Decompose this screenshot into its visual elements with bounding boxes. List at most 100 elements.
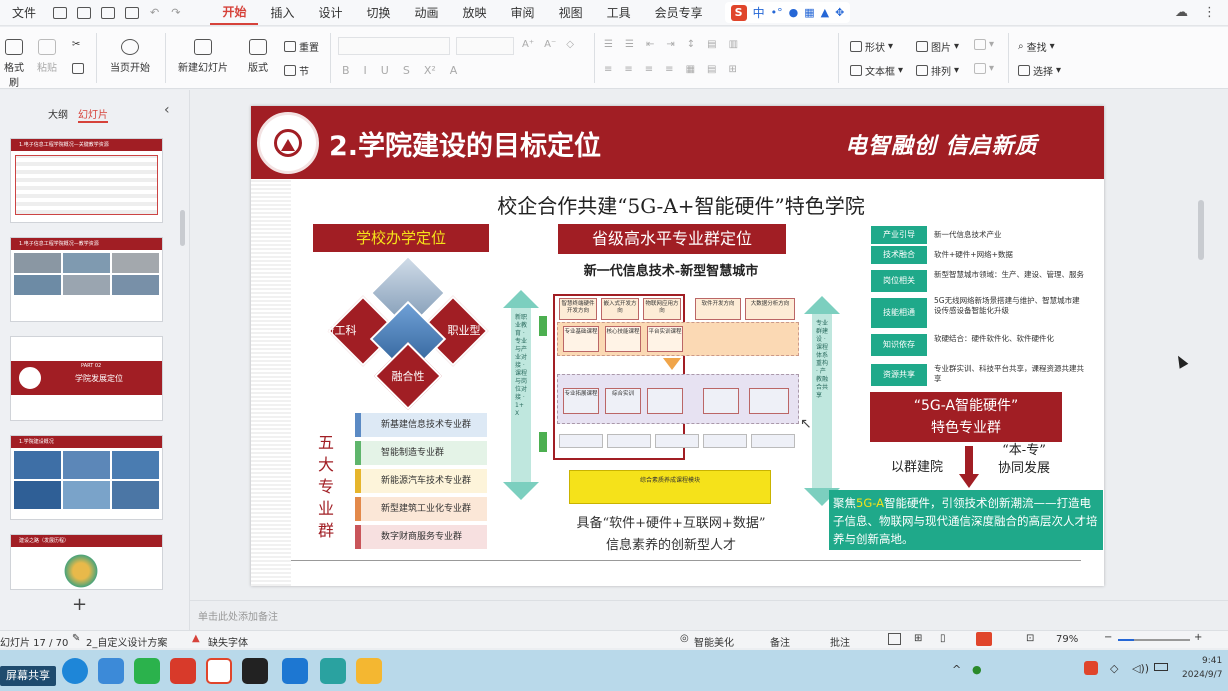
format-painter-button[interactable]: 格式刷 (0, 39, 28, 89)
more-icon[interactable]: ⋮ (1203, 5, 1216, 20)
strike-button[interactable]: S (403, 64, 410, 77)
zoom-in-icon[interactable]: + (1194, 632, 1202, 643)
tray-app-icon[interactable]: ● (972, 663, 982, 676)
tab-outline[interactable]: 大纲 (48, 106, 68, 121)
file-menu[interactable]: 文件 (0, 0, 48, 26)
font-size-select[interactable] (456, 37, 514, 55)
font-name-select[interactable] (338, 37, 450, 55)
zoom-out-icon[interactable]: − (1104, 632, 1112, 643)
layout-button[interactable]: 版式 (240, 39, 276, 74)
tray-chevron-icon[interactable]: ^ (952, 663, 961, 676)
preview-icon[interactable] (125, 6, 140, 19)
font-color-button[interactable]: A (450, 64, 458, 77)
meeting-icon[interactable] (282, 658, 308, 684)
notes-button[interactable]: 备注 (770, 634, 790, 649)
cloud-icon[interactable]: ☁ (1175, 5, 1188, 20)
zoom-level[interactable]: 79% (1056, 634, 1078, 645)
tab-design[interactable]: 设计 (306, 0, 354, 26)
tab-member[interactable]: 会员专享 (643, 0, 715, 26)
picture-button[interactable]: 图片 ▾ (916, 39, 959, 54)
clock-date[interactable]: 2024/9/7 (1182, 670, 1222, 680)
sorter-view-icon[interactable]: ⊞ (914, 633, 922, 644)
arrange-button[interactable]: 排列 ▾ (916, 63, 959, 78)
textbox-button[interactable]: 文本框 ▾ (850, 63, 903, 78)
reading-view-icon[interactable]: ▯ (940, 633, 946, 644)
paragraph-tools-top[interactable]: ☰ ☰ ⇤ ⇥ ↕ ▤ ▥ (604, 39, 738, 50)
screen-share-button[interactable]: 屏幕共享 (0, 666, 56, 686)
canvas-scrollbar[interactable] (1198, 200, 1204, 260)
missing-font[interactable]: 缺失字体 (208, 634, 248, 649)
add-slide-button[interactable]: + (72, 594, 87, 615)
print-icon[interactable] (101, 6, 116, 19)
wps-icon[interactable] (206, 658, 232, 684)
punct-icon[interactable]: •° (771, 6, 783, 19)
notes-pane[interactable]: 单击此处添加备注 (190, 600, 1228, 628)
tray-sogou-icon[interactable] (1084, 661, 1098, 675)
superscript-button[interactable]: X² (424, 64, 436, 77)
tab-slides[interactable]: 幻灯片 (78, 106, 108, 123)
tab-insert[interactable]: 插入 (258, 0, 306, 26)
clock-time[interactable]: 9:41 (1202, 656, 1222, 666)
select-button[interactable]: 选择 ▾ (1018, 63, 1061, 78)
ime-mode[interactable]: 中 (753, 4, 765, 21)
underline-button[interactable]: U (381, 64, 389, 77)
paste-button[interactable]: 粘贴 (34, 39, 60, 74)
cut-icon[interactable]: ✂ (72, 39, 80, 50)
tab-animation[interactable]: 动画 (403, 0, 451, 26)
paragraph-tools-bottom[interactable]: ≡ ≡ ≡ ≡ ▦ ▤ ⊞ (604, 64, 737, 75)
redo-icon[interactable]: ↷ (171, 6, 180, 19)
panel-scrollbar[interactable] (180, 210, 185, 246)
copy-icon[interactable] (72, 63, 84, 74)
tab-home[interactable]: 开始 (210, 1, 259, 25)
slide-thumb-2[interactable]: 1.电子信息工程学院概况—教学资源 (10, 237, 163, 322)
mic-icon[interactable]: ● (789, 6, 799, 19)
bold-button[interactable]: B (342, 64, 350, 77)
find-button[interactable]: ⌕ 查找 ▾ (1018, 39, 1055, 54)
slide-thumb-5[interactable]: 建设之路（发展历程） (10, 534, 163, 590)
section-button[interactable]: 节 (284, 63, 309, 78)
tab-review[interactable]: 审阅 (499, 0, 547, 26)
toolbox-icon[interactable]: ✥ (835, 6, 844, 19)
save-icon[interactable] (53, 6, 68, 19)
new-slide-button[interactable]: 新建幻灯片 (172, 39, 234, 74)
wechat-icon[interactable] (134, 658, 160, 684)
export-icon[interactable] (77, 6, 92, 19)
files-icon[interactable] (98, 658, 124, 684)
tab-tools[interactable]: 工具 (595, 0, 643, 26)
reset-button[interactable]: 重置 (284, 39, 319, 54)
edge-icon[interactable] (62, 658, 88, 684)
slide-thumb-3[interactable]: PART 02 学院发展定位 (10, 336, 163, 421)
comments-button[interactable]: 批注 (830, 634, 850, 649)
acrobat-icon[interactable] (170, 658, 196, 684)
tab-transition[interactable]: 切换 (355, 0, 403, 26)
font-size-tools[interactable]: A⁺ A⁻ ◇ (522, 39, 574, 50)
network-icon[interactable]: ◇ (1110, 662, 1118, 675)
skin-icon[interactable]: ▲ (821, 6, 829, 19)
tab-slideshow[interactable]: 放映 (451, 0, 499, 26)
slide-thumb-4[interactable]: 1.学院建设概况 (10, 435, 163, 520)
keyboard-icon[interactable]: ▦ (804, 6, 814, 19)
play-from-current-button[interactable]: 当页开始 (104, 39, 156, 74)
fill-button[interactable]: ▾ (974, 39, 994, 50)
qq-icon[interactable] (242, 658, 268, 684)
slide-thumb-1[interactable]: 1.电子信息工程学院概况—关键教学资源 (10, 138, 163, 223)
beautify-button[interactable]: 智能美化 (694, 634, 734, 649)
notes-placeholder[interactable]: 单击此处添加备注 (198, 608, 278, 623)
normal-view-icon[interactable] (888, 633, 901, 645)
down-arrow-icon (663, 358, 681, 370)
zoom-slider[interactable] (1118, 639, 1190, 641)
outline-button[interactable]: ▾ (974, 63, 994, 74)
template-name[interactable]: 2_自定义设计方案 (86, 634, 167, 649)
shape-button[interactable]: 形状 ▾ (850, 39, 893, 54)
undo-icon[interactable]: ↶ (150, 6, 159, 19)
italic-button[interactable]: I (364, 64, 367, 77)
volume-icon[interactable]: ◁)) (1132, 662, 1149, 675)
slide-canvas[interactable]: 2.学院建设的目标定位 电智融创 信启新质 校企合作共建“5G-A+智能硬件”特… (251, 106, 1104, 586)
tab-view[interactable]: 视图 (547, 0, 595, 26)
fit-window-icon[interactable]: ⊡ (1026, 633, 1034, 644)
app-icon[interactable] (320, 658, 346, 684)
folder-icon[interactable] (356, 658, 382, 684)
play-slideshow-icon[interactable] (976, 632, 992, 646)
collapse-panel-icon[interactable]: ‹ (164, 102, 170, 118)
ime-toolbar[interactable]: S 中 •° ● ▦ ▲ ✥ (724, 2, 851, 23)
